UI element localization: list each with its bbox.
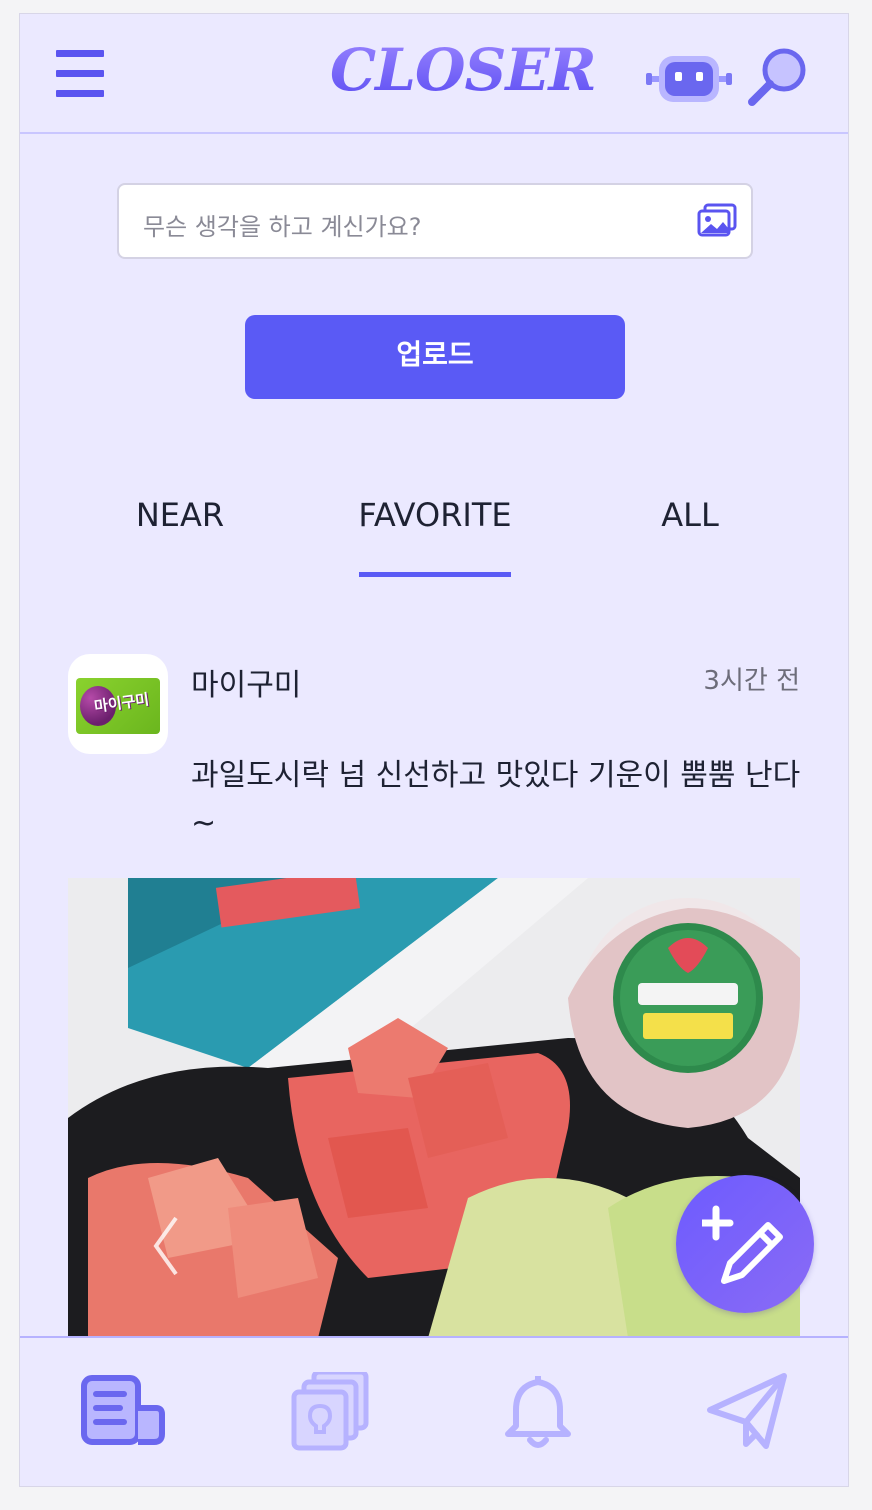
hamburger-menu-icon[interactable] <box>56 50 106 100</box>
compose-placeholder: 무슨 생각을 하고 계신가요? <box>143 213 422 241</box>
tab-favorite[interactable]: FAVORITE <box>350 496 520 534</box>
app-logo: CLOSER <box>330 36 597 104</box>
app-screen: CLOSER 무슨 생각을 하고 계신가요? 업로드 NEAR FAVORITE… <box>19 13 849 1487</box>
top-header: CLOSER <box>20 14 848 134</box>
post-body-text: 과일도시락 넘 신선하고 맛있다 기운이 뿜뿜 난다~ <box>191 758 801 841</box>
bottom-navigation <box>20 1336 848 1486</box>
avatar-image: 마이구미 <box>76 678 160 734</box>
robot-icon[interactable] <box>646 54 732 104</box>
cards-idea-icon[interactable] <box>288 1369 378 1452</box>
tab-all[interactable]: ALL <box>620 496 760 534</box>
image-gallery-icon[interactable] <box>697 203 737 239</box>
feed-icon[interactable] <box>78 1372 168 1452</box>
upload-button[interactable]: 업로드 <box>245 315 625 399</box>
add-edit-icon[interactable] <box>676 1175 814 1313</box>
post-timestamp: 3시간 전 <box>703 666 800 696</box>
post-username[interactable]: 마이구미 <box>191 660 301 704</box>
post-compose-field[interactable]: 무슨 생각을 하고 계신가요? <box>117 183 753 259</box>
active-tab-indicator <box>359 572 511 577</box>
send-icon[interactable] <box>706 1372 796 1452</box>
bell-icon[interactable] <box>498 1372 588 1452</box>
avatar[interactable]: 마이구미 <box>68 654 168 754</box>
feed-tabs: NEAR FAVORITE ALL <box>20 484 848 584</box>
search-icon[interactable] <box>746 44 810 108</box>
tab-near[interactable]: NEAR <box>110 496 250 534</box>
